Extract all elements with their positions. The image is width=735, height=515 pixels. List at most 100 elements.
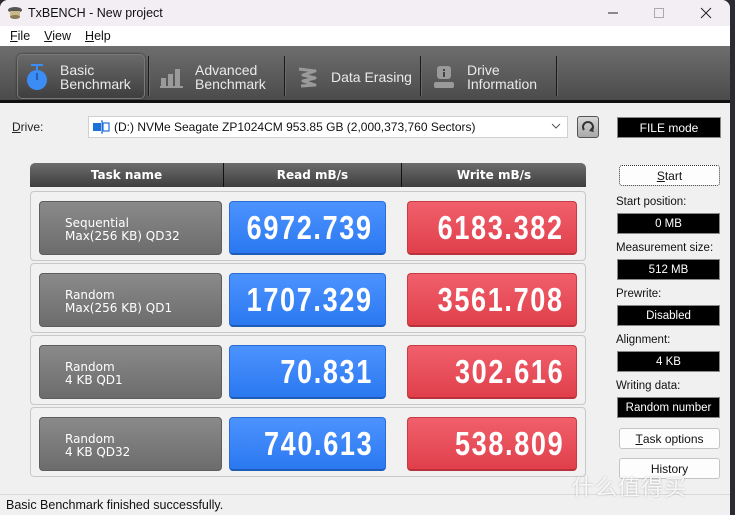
header-task-name: Task name xyxy=(30,163,224,187)
menu-help[interactable]: Help xyxy=(85,29,111,43)
write-value: 3561.708 xyxy=(407,273,577,327)
task-line2: 4 KB QD32 xyxy=(65,445,131,459)
start-accel: S xyxy=(656,168,665,183)
main-toolbar: Basic Benchmark Advanced Benchmark Data Er… xyxy=(0,46,730,103)
menu-help-accel: H xyxy=(85,29,95,43)
task-options-button[interactable]: Task options xyxy=(619,428,720,449)
read-value-text: 1707.329 xyxy=(247,280,373,318)
window-title: TxBENCH - New project xyxy=(28,6,163,20)
tab-drive-information[interactable]: Drive Information xyxy=(425,54,555,99)
menu-file-rest: ile xyxy=(17,29,31,43)
read-value: 70.831 xyxy=(229,345,386,399)
bar-chart-icon xyxy=(159,63,185,91)
chevron-down-icon xyxy=(551,123,561,129)
watermark: 什么值得买 xyxy=(572,476,688,501)
drive-selected-value: (D:) NVMe Seagate ZP1024CM 953.85 GB (2,… xyxy=(114,120,476,134)
maximize-icon xyxy=(654,8,664,18)
minimize-icon xyxy=(608,12,618,14)
write-value-text: 538.809 xyxy=(454,424,564,462)
read-value-text: 70.831 xyxy=(280,352,373,390)
alignment-label: Alignment: xyxy=(616,334,671,346)
writing-data-value[interactable]: Random number xyxy=(617,397,720,418)
tab-drive-info-label: Drive Information xyxy=(467,63,537,91)
task-line1: Random xyxy=(65,288,115,302)
read-value-text: 740.613 xyxy=(263,424,373,462)
menu-view-rest: iew xyxy=(52,29,72,43)
tab-drive-line2: Information xyxy=(467,75,538,92)
task-options-rest: ask options xyxy=(642,431,704,446)
results-header: Task name Read mB/s Write mB/s xyxy=(30,163,586,187)
read-value: 740.613 xyxy=(229,417,386,471)
menu-view[interactable]: View xyxy=(44,29,71,43)
txbench-window: TxBENCH - New project File View Help Bas… xyxy=(0,0,730,515)
result-row-rnd-max-qd1: Random Max(256 KB) QD1 1707.329 3561.708 xyxy=(30,263,586,333)
menu-help-rest: elp xyxy=(94,29,111,43)
write-value: 538.809 xyxy=(407,417,577,471)
task-line1: Random xyxy=(65,432,115,446)
prewrite-label: Prewrite: xyxy=(616,288,662,300)
stopwatch-icon xyxy=(24,63,50,91)
start-position-label: Start position: xyxy=(616,196,687,208)
task-line1: Random xyxy=(65,360,115,374)
tab-separator xyxy=(284,56,286,96)
header-read: Read mB/s xyxy=(224,163,402,187)
task-line1: Sequential xyxy=(65,216,129,230)
task-line2: Max(256 KB) QD1 xyxy=(65,301,173,315)
task-line2: 4 KB QD1 xyxy=(65,373,123,387)
tab-advanced-line2: Benchmark xyxy=(195,75,266,92)
tab-separator xyxy=(148,56,150,96)
tab-advanced-label: Advanced Benchmark xyxy=(195,63,266,91)
tab-data-erasing[interactable]: Data Erasing xyxy=(289,54,417,99)
nvme-drive-icon xyxy=(93,120,110,134)
task-button[interactable]: Random Max(256 KB) QD1 xyxy=(39,273,222,327)
tab-advanced-benchmark[interactable]: Advanced Benchmark xyxy=(153,54,283,99)
header-write: Write mB/s xyxy=(456,168,532,182)
write-value: 6183.382 xyxy=(407,201,577,255)
status-text: Basic Benchmark finished successfully. xyxy=(6,498,224,512)
write-value: 302.616 xyxy=(407,345,577,399)
write-value-text: 302.616 xyxy=(454,352,564,390)
tab-basic-line2: Benchmark xyxy=(60,75,131,92)
drive-label-rest: rive: xyxy=(20,120,44,134)
app-icon xyxy=(8,7,22,19)
drive-info-icon xyxy=(431,63,457,91)
read-value: 6972.739 xyxy=(229,201,386,255)
task-button[interactable]: Random 4 KB QD32 xyxy=(39,417,222,471)
tab-erasing-label: Data Erasing xyxy=(331,68,412,85)
eraser-icon xyxy=(295,63,321,91)
measurement-size-value[interactable]: 512 MB xyxy=(617,259,720,280)
menu-file-accel: F xyxy=(10,29,18,43)
maximize-button[interactable] xyxy=(636,0,682,26)
result-row-rnd-4k-qd1: Random 4 KB QD1 70.831 302.616 xyxy=(30,335,586,405)
close-icon xyxy=(700,7,712,19)
menu-bar: File View Help xyxy=(0,26,730,46)
task-options-accel: T xyxy=(635,431,643,446)
task-button[interactable]: Random 4 KB QD1 xyxy=(39,345,222,399)
result-row-seq-qd32: Sequential Max(256 KB) QD32 6972.739 6183… xyxy=(30,191,586,261)
write-value-text: 3561.708 xyxy=(438,280,564,318)
alignment-value[interactable]: 4 KB xyxy=(617,351,720,372)
start-button[interactable]: Start xyxy=(619,165,720,186)
task-line2: Max(256 KB) QD32 xyxy=(65,229,180,243)
drive-label-accel: D xyxy=(12,120,21,134)
refresh-drives-button[interactable] xyxy=(577,116,599,138)
tab-separator xyxy=(420,56,422,96)
task-button[interactable]: Sequential Max(256 KB) QD32 xyxy=(39,201,222,255)
drive-label: Drive: xyxy=(12,120,43,134)
writing-data-label: Writing data: xyxy=(616,380,681,392)
minimize-button[interactable] xyxy=(590,0,636,26)
drive-select[interactable]: (D:) NVMe Seagate ZP1024CM 953.85 GB (2,… xyxy=(88,116,568,138)
start-position-value[interactable]: 0 MB xyxy=(617,213,720,234)
start-rest: tart xyxy=(664,168,683,183)
tab-basic-label: Basic Benchmark xyxy=(60,63,131,91)
file-mode-indicator: FILE mode xyxy=(617,117,721,138)
title-bar: TxBENCH - New project xyxy=(0,0,730,26)
tab-separator xyxy=(556,56,558,96)
menu-file[interactable]: File xyxy=(10,29,30,43)
measurement-size-label: Measurement size: xyxy=(616,242,714,254)
close-button[interactable] xyxy=(683,0,729,26)
result-row-rnd-4k-qd32: Random 4 KB QD32 740.613 538.809 xyxy=(30,407,586,477)
prewrite-value[interactable]: Disabled xyxy=(617,305,720,326)
tab-basic-benchmark[interactable]: Basic Benchmark xyxy=(17,54,145,99)
read-value-text: 6972.739 xyxy=(247,208,373,246)
